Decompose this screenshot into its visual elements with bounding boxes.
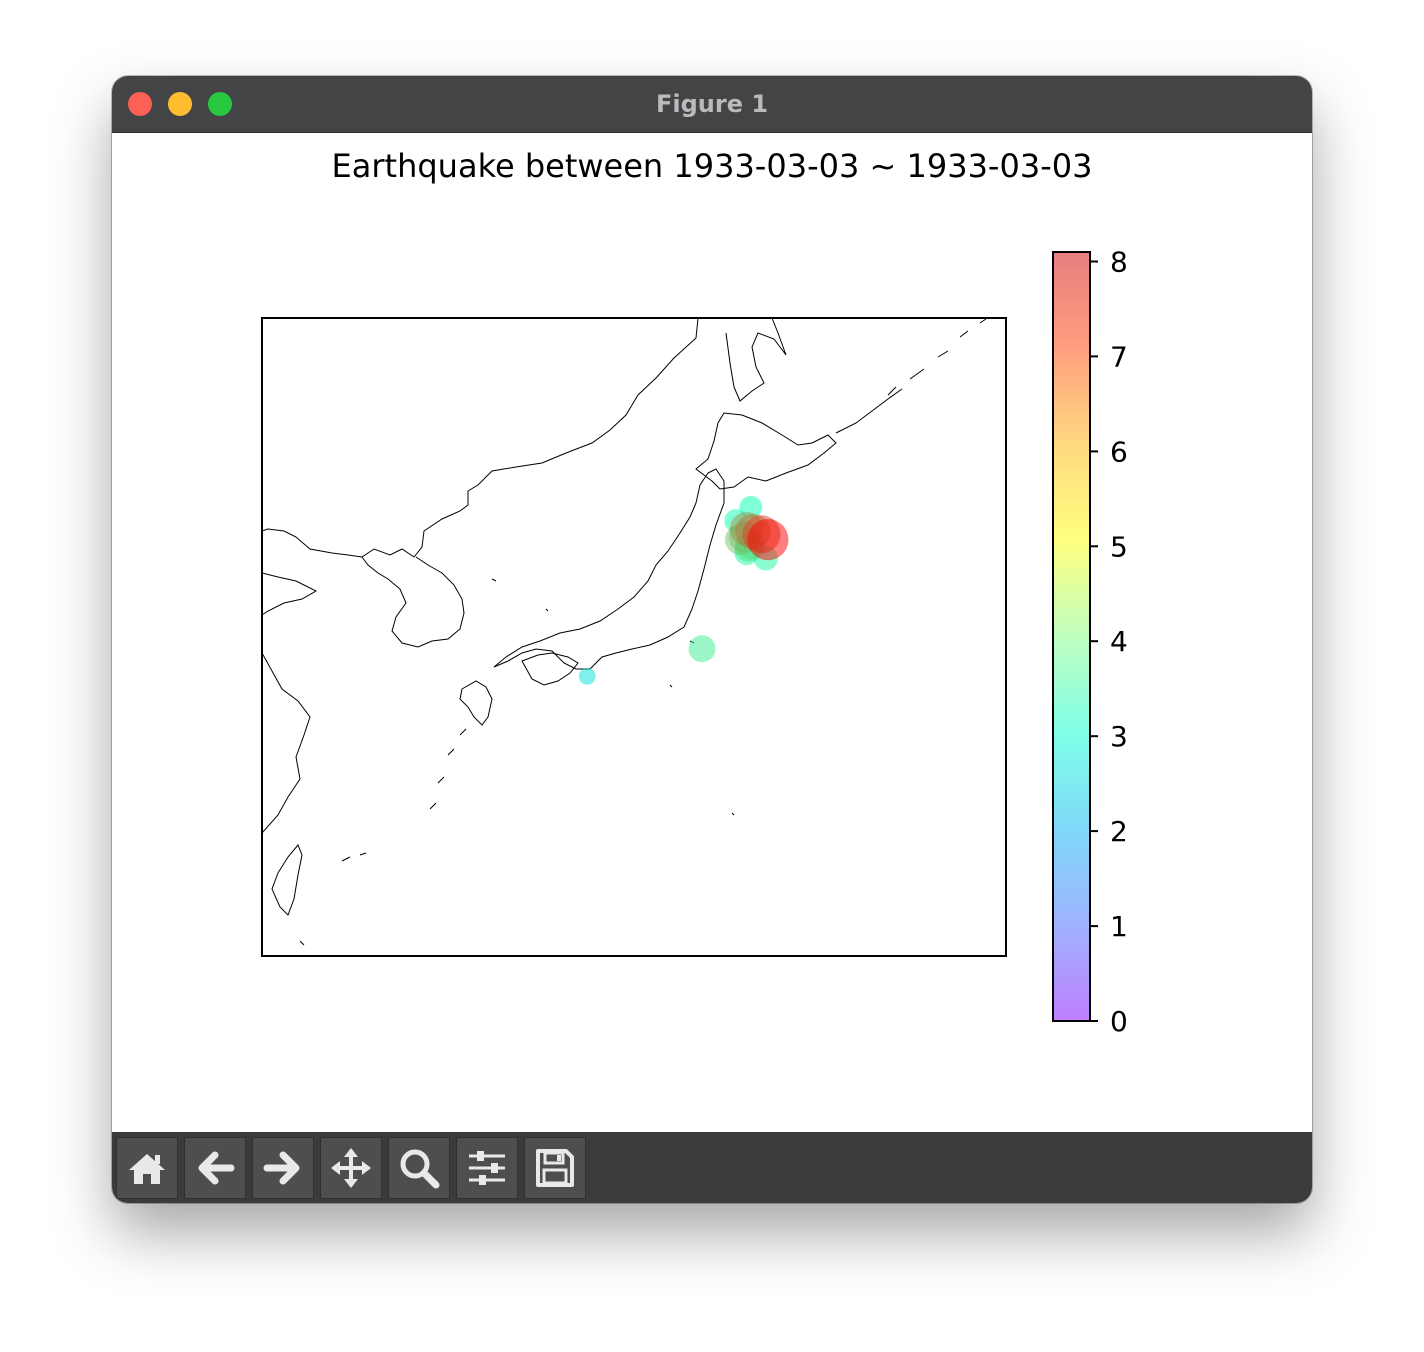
- chart-title: Earthquake between 1933-03-03 ~ 1933-03-…: [332, 147, 1093, 185]
- colorbar-tick-label: 5: [1110, 530, 1128, 563]
- colorbar-ticks: 0 1 2 3 4 5 6 7 8: [1090, 246, 1128, 1038]
- colorbar-tick-label: 6: [1110, 435, 1128, 468]
- arrow-right-icon: [263, 1151, 300, 1185]
- figure-window: Figure 1 Earthquake between 1933-03-03 ~: [112, 76, 1312, 1203]
- colorbar-tick-label: 0: [1110, 1005, 1128, 1038]
- earthquake-point: [688, 635, 716, 663]
- chart-svg[interactable]: Earthquake between 1933-03-03 ~ 1933-03-…: [112, 133, 1312, 1132]
- earthquake-point: [578, 667, 596, 685]
- colorbar-tick-label: 8: [1110, 246, 1128, 279]
- map-frame: [261, 317, 1007, 957]
- move-icon: [331, 1148, 371, 1188]
- colorbar-tick-label: 1: [1110, 910, 1128, 943]
- floppy-disk-icon: [536, 1149, 574, 1187]
- navigation-toolbar: [112, 1132, 1312, 1203]
- magnifier-icon: [400, 1149, 440, 1189]
- colorbar-tick-label: 7: [1110, 340, 1128, 373]
- forward-button[interactable]: [252, 1137, 314, 1199]
- colorbar-tick-label: 3: [1110, 720, 1128, 753]
- figure-canvas[interactable]: Earthquake between 1933-03-03 ~ 1933-03-…: [112, 133, 1312, 1132]
- home-button[interactable]: [116, 1137, 178, 1199]
- sliders-icon: [469, 1151, 505, 1185]
- colorbar-tick-label: 2: [1110, 815, 1128, 848]
- home-icon: [129, 1154, 165, 1184]
- title-bar[interactable]: Figure 1: [112, 76, 1312, 133]
- earthquake-point: [747, 519, 789, 561]
- configure-subplots-button[interactable]: [456, 1137, 518, 1199]
- colorbar[interactable]: [1052, 251, 1091, 1022]
- window-title: Figure 1: [655, 90, 769, 118]
- zoom-button[interactable]: [388, 1137, 450, 1199]
- pan-button[interactable]: [320, 1137, 382, 1199]
- colorbar-tick-label: 4: [1110, 625, 1128, 658]
- arrow-left-icon: [198, 1151, 235, 1185]
- save-button[interactable]: [524, 1137, 586, 1199]
- back-button[interactable]: [184, 1137, 246, 1199]
